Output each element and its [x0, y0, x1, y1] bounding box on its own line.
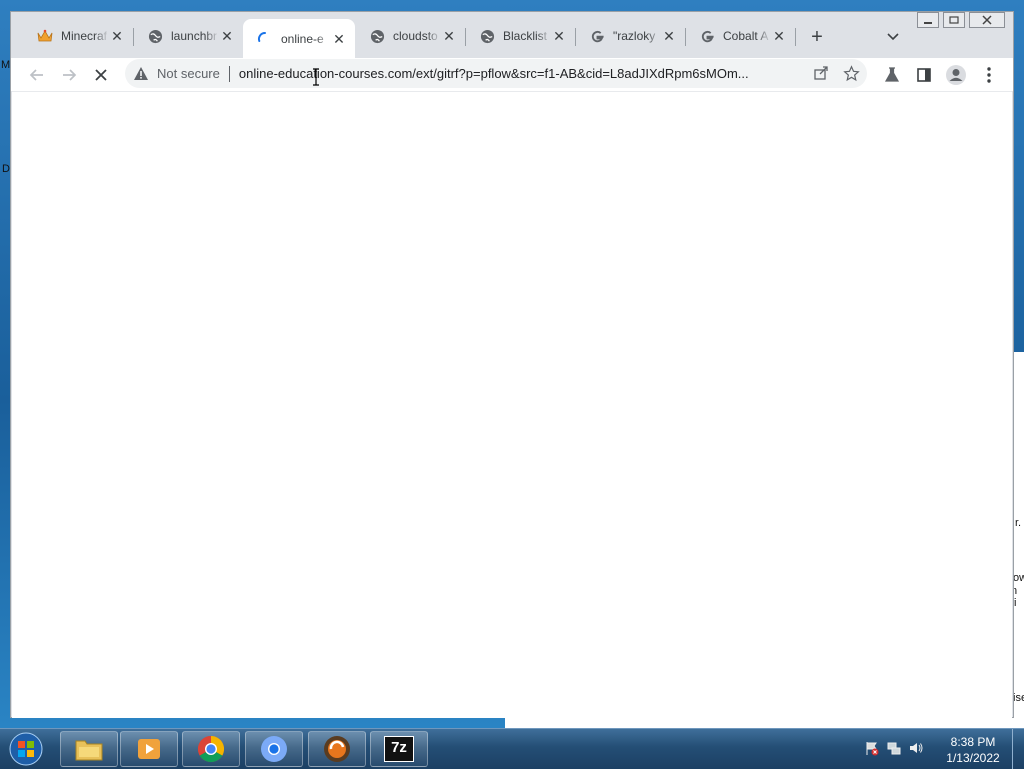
browser-toolbar: Not secure online-education-courses.com/… [11, 58, 1013, 91]
chromium-icon[interactable] [245, 731, 303, 767]
start-orb-icon[interactable] [6, 731, 46, 767]
side-panel-icon[interactable] [912, 63, 936, 87]
bookmark-star-icon[interactable] [841, 63, 861, 83]
system-clock[interactable]: 8:38 PM 1/13/2022 [936, 734, 1010, 766]
desktop-text-fragment: D [2, 163, 10, 175]
close-tab-icon[interactable]: ✕ [441, 28, 457, 44]
7zip-icon[interactable]: 7z [370, 731, 428, 767]
tab-title: launchbr [171, 29, 218, 43]
profile-avatar-icon[interactable] [944, 63, 968, 87]
tab-title: Cobalt A [723, 29, 769, 43]
background-window-text: ise [1013, 692, 1024, 704]
globe-icon [369, 28, 385, 44]
action-center-flag-icon[interactable] [864, 740, 880, 759]
tab-search-chevron-icon[interactable] [883, 26, 903, 46]
address-bar[interactable]: Not secure online-education-courses.com/… [125, 59, 867, 88]
google-g-icon [699, 28, 715, 44]
labs-flask-icon[interactable] [880, 63, 904, 87]
warning-triangle-icon[interactable] [133, 66, 149, 82]
omnibox-divider [228, 65, 230, 82]
tab-title: "razloky [613, 29, 656, 43]
page-content-blank[interactable] [12, 91, 1012, 718]
tab-online-education[interactable]: online-e ✕ [243, 19, 355, 58]
security-status-label[interactable]: Not secure [157, 66, 220, 81]
back-button[interactable] [25, 63, 49, 87]
network-icon[interactable] [886, 740, 902, 759]
tab-minecraft[interactable]: Minecraf ✕ [23, 21, 133, 51]
tab-title: Blacklist [503, 29, 548, 43]
clock-time: 8:38 PM [950, 735, 996, 749]
desktop-text-fragment: M [1, 59, 11, 71]
forward-button[interactable] [57, 63, 81, 87]
text-cursor-icon [313, 68, 319, 86]
chrome-icon[interactable] [182, 731, 240, 767]
url-text[interactable]: online-education-courses.com/ext/gitrf?p… [239, 66, 799, 81]
7zip-label: 7z [384, 736, 414, 762]
tab-title: Minecraf [61, 29, 108, 43]
tab-launchbr[interactable]: launchbr ✕ [133, 21, 243, 51]
close-tab-icon[interactable]: ✕ [661, 28, 677, 44]
system-tray [864, 737, 924, 761]
tab-title: cloudsto [393, 29, 438, 43]
orange-app-icon[interactable] [308, 731, 366, 767]
browser-window: Minecraf ✕ launchbr ✕ online-e ✕ cloudst… [10, 11, 1014, 718]
close-tab-icon[interactable]: ✕ [219, 28, 235, 44]
close-window-button[interactable] [969, 12, 1005, 28]
taskbar: 7z 8:38 PM 1/13/2022 [0, 728, 1024, 769]
tab-strip: Minecraf ✕ launchbr ✕ online-e ✕ cloudst… [11, 12, 1013, 58]
stop-loading-button[interactable] [89, 63, 113, 87]
close-tab-icon[interactable]: ✕ [551, 28, 567, 44]
close-tab-icon[interactable]: ✕ [331, 31, 347, 47]
tab-cobalt[interactable]: Cobalt A ✕ [685, 21, 795, 51]
show-desktop-button[interactable] [1012, 729, 1024, 769]
crown-icon [37, 28, 53, 44]
google-g-icon [589, 28, 605, 44]
globe-icon [147, 28, 163, 44]
loading-spinner-icon [257, 31, 273, 47]
share-icon[interactable] [811, 63, 831, 83]
restore-button[interactable] [943, 12, 965, 28]
volume-icon[interactable] [908, 740, 924, 759]
clock-date: 1/13/2022 [946, 751, 1000, 765]
media-player-icon[interactable] [120, 731, 178, 767]
tab-cloudsto[interactable]: cloudsto ✕ [355, 21, 465, 51]
background-window-text: ow [1013, 572, 1024, 584]
minimize-button[interactable] [917, 12, 939, 28]
globe-icon [479, 28, 495, 44]
file-explorer-icon[interactable] [60, 731, 118, 767]
close-tab-icon[interactable]: ✕ [109, 28, 125, 44]
new-tab-button[interactable]: + [805, 26, 829, 50]
menu-kebab-icon[interactable] [977, 63, 1001, 87]
tab-blacklist[interactable]: Blacklist ✕ [465, 21, 575, 51]
background-window-text: r. [1015, 517, 1022, 529]
tab-title: online-e [281, 31, 324, 46]
tab-razloky[interactable]: "razloky ✕ [575, 21, 685, 51]
close-tab-icon[interactable]: ✕ [771, 28, 787, 44]
